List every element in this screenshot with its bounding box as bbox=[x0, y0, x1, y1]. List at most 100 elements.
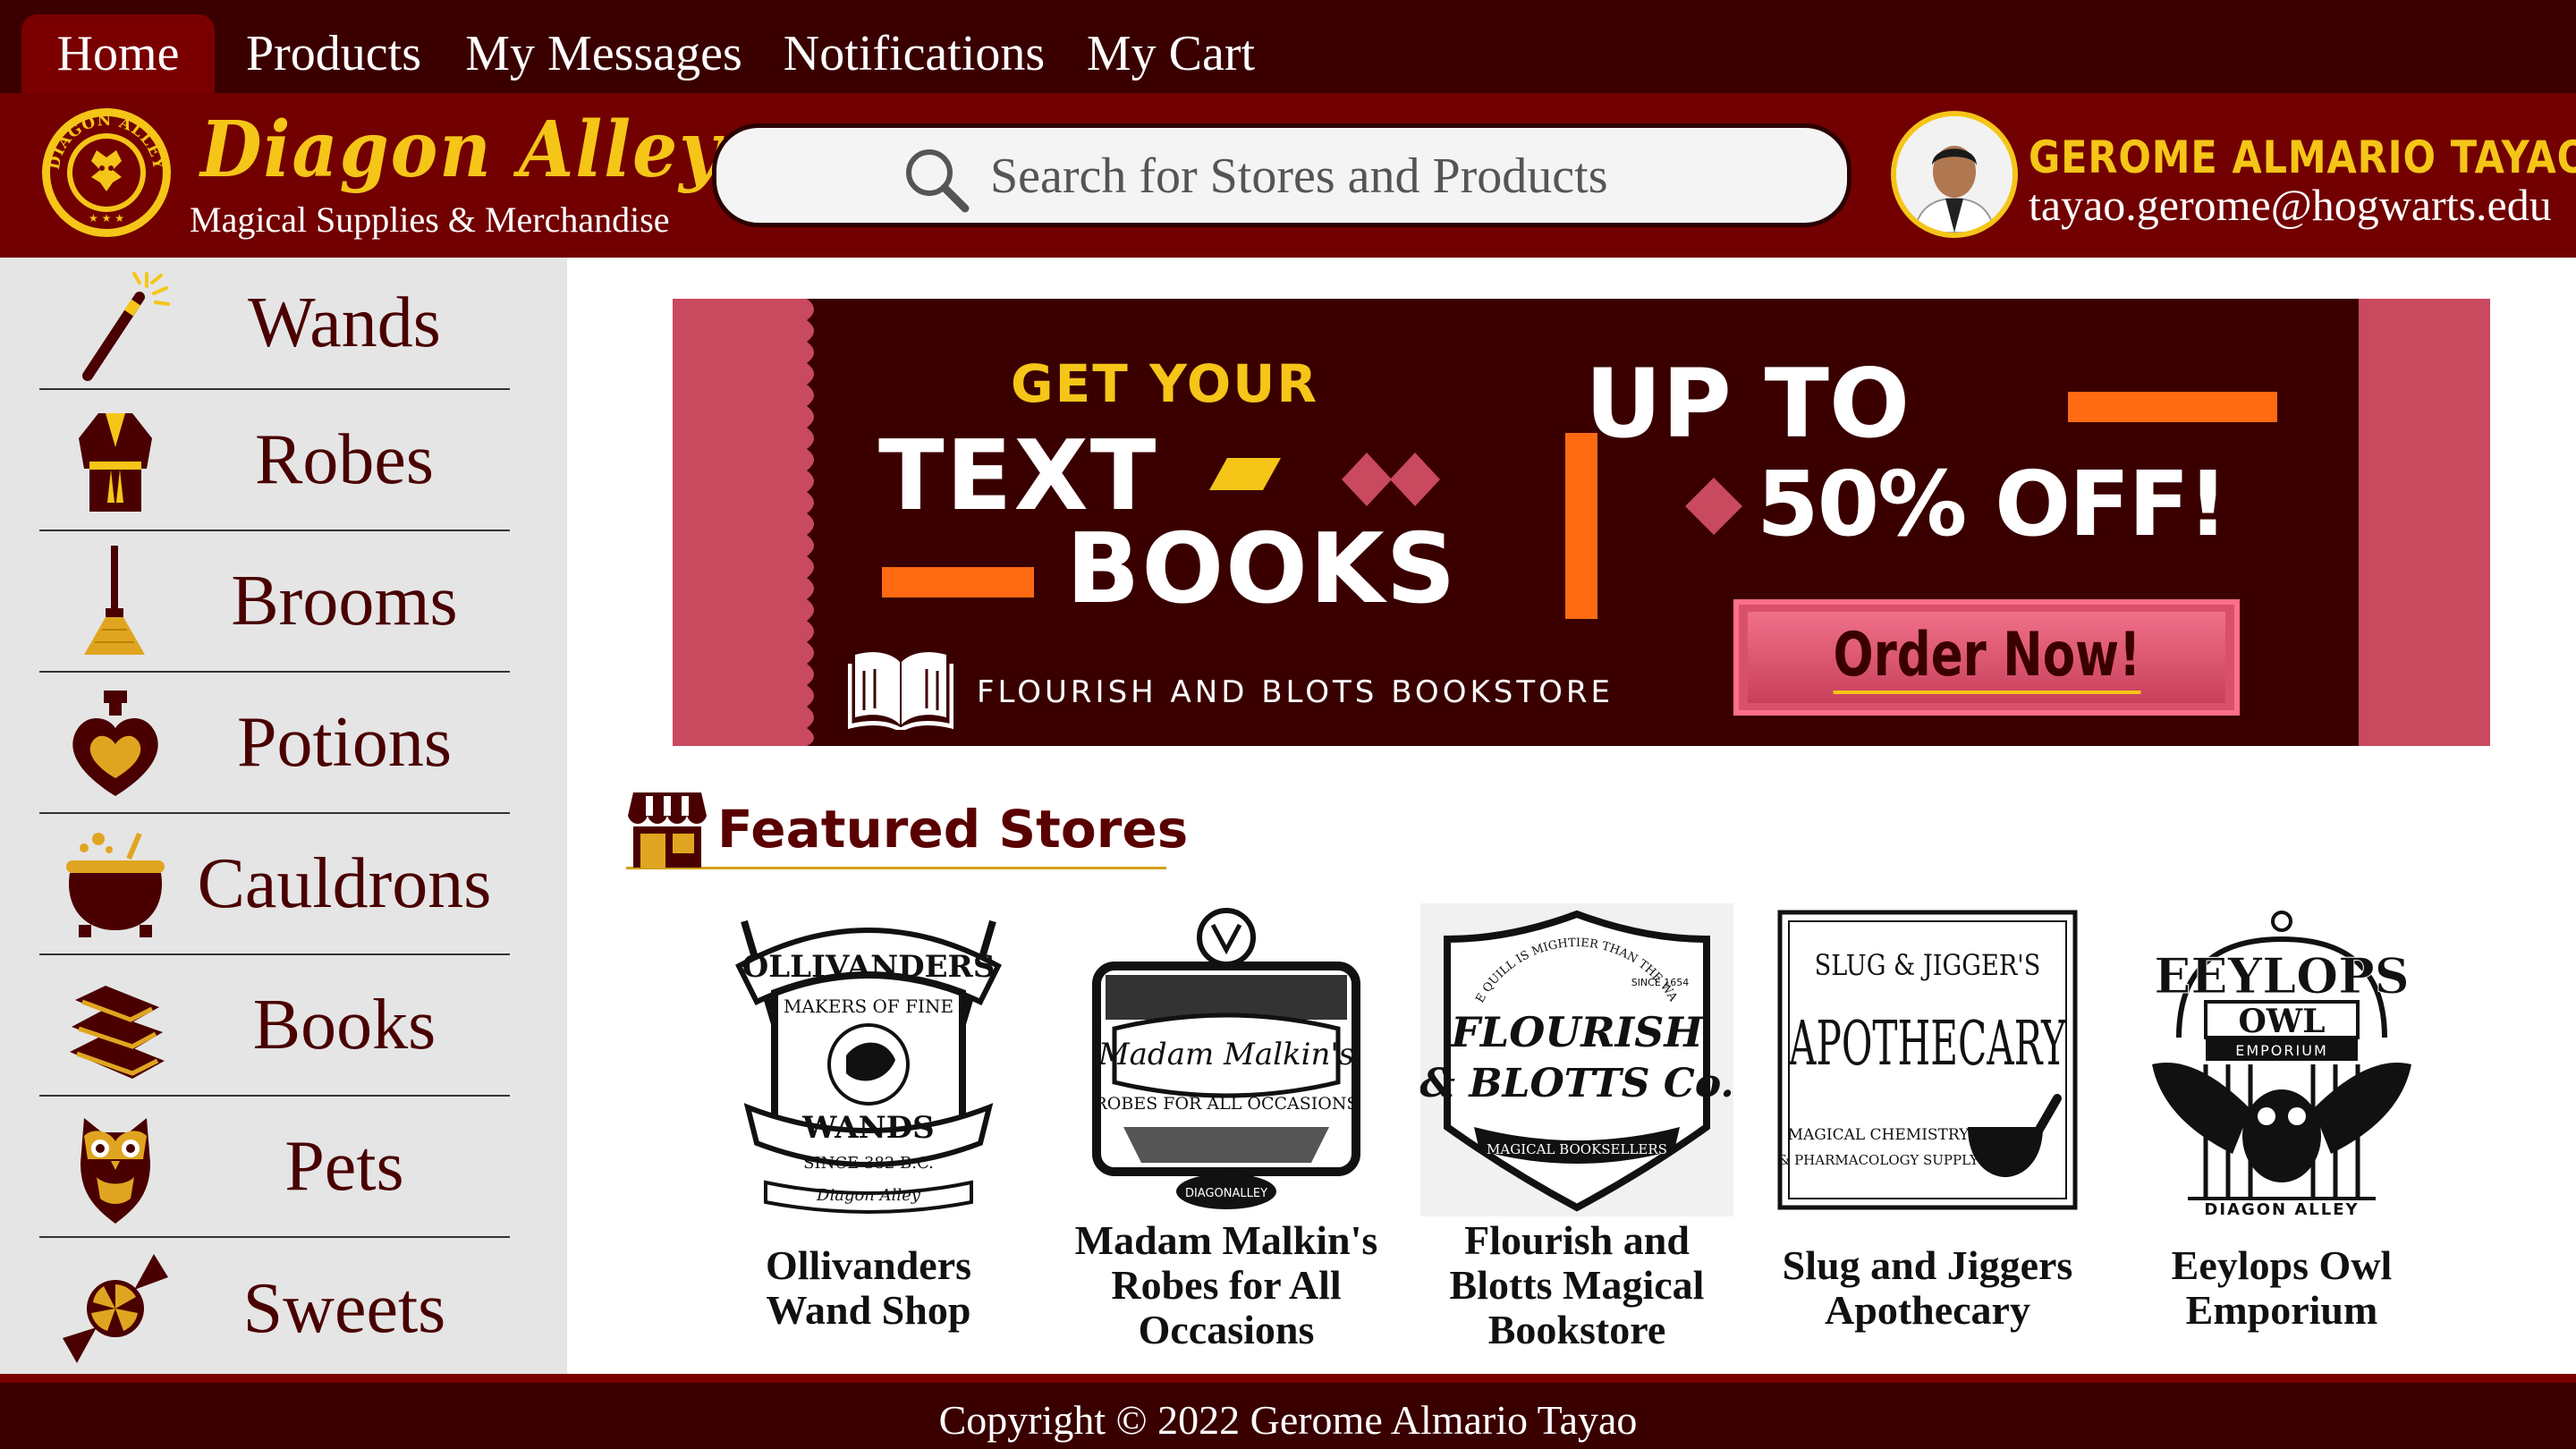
store-card-eeylops[interactable]: EEYLOPS OWL EMPORIUM DIAGON ALLEY Eeylop… bbox=[2116, 903, 2447, 1368]
svg-text:EEYLOPS: EEYLOPS bbox=[2154, 947, 2409, 1004]
tab-my-cart[interactable]: My Cart bbox=[1079, 14, 1263, 93]
tab-products[interactable]: Products bbox=[234, 14, 433, 93]
wand-icon bbox=[82, 272, 170, 381]
search-input[interactable] bbox=[990, 144, 1795, 208]
sidebar-item-label: Brooms bbox=[231, 561, 458, 640]
books-icon bbox=[70, 986, 165, 1079]
store-name-line: Apothecary bbox=[1825, 1287, 2030, 1333]
owl-icon bbox=[80, 1118, 150, 1224]
promo-banner[interactable]: GET YOUR TEXT BOOKS FLOURISH AND BLOTS B… bbox=[673, 299, 2490, 746]
banner-orange-divider bbox=[1565, 433, 1597, 619]
sidebar-item-label: Cauldrons bbox=[197, 843, 492, 923]
madam-malkins-logo: Madam Malkin's ROBES FOR ALL OCCASIONS D… bbox=[1070, 903, 1383, 1216]
sidebar-item-books[interactable]: Books bbox=[39, 955, 510, 1097]
sidebar-item-wands[interactable]: Wands bbox=[39, 258, 510, 390]
store-name-line: Occasions bbox=[1138, 1307, 1315, 1352]
store-name-line: Madam Malkin's bbox=[1074, 1217, 1378, 1263]
svg-text:& BLOTTS Co.: & BLOTTS Co. bbox=[1420, 1061, 1733, 1106]
store-name-line: Wand Shop bbox=[766, 1287, 971, 1333]
store-name-line: Flourish and bbox=[1464, 1217, 1690, 1263]
sidebar-item-brooms[interactable]: Brooms bbox=[39, 531, 510, 673]
svg-text:★ ★ ★: ★ ★ ★ bbox=[89, 212, 124, 225]
storefront-icon bbox=[628, 792, 707, 868]
broom-icon bbox=[84, 546, 145, 655]
user-email: tayao.gerome@hogwarts.edu bbox=[2029, 180, 2552, 230]
copyright-text: Copyright © 2022 Gerome Almario Tayao bbox=[938, 1397, 1638, 1443]
sidebar-item-label: Pets bbox=[284, 1126, 404, 1206]
sidebar-item-label: Potions bbox=[236, 702, 453, 782]
banner-diamond-small bbox=[1685, 478, 1742, 535]
featured-stores-heading: Featured Stores bbox=[626, 787, 1188, 869]
banner-yellow-parallelogram bbox=[1209, 458, 1281, 490]
store-name-line: Slug and Jiggers bbox=[1782, 1242, 2073, 1288]
svg-text:EMPORIUM: EMPORIUM bbox=[2235, 1042, 2328, 1059]
potion-icon bbox=[72, 691, 158, 796]
order-now-label: Order Now! bbox=[1833, 621, 2140, 694]
order-now-button[interactable]: Order Now! bbox=[1733, 599, 2240, 716]
featured-stores-title: Featured Stores bbox=[717, 799, 1189, 860]
tab-home[interactable]: Home bbox=[21, 14, 215, 93]
sidebar-item-pets[interactable]: Pets bbox=[39, 1097, 510, 1238]
store-name-line: Ollivanders bbox=[765, 1242, 972, 1288]
store-card-flourish-and-blotts[interactable]: THE QUILL IS MIGHTIER THAN THE WAND SINC… bbox=[1411, 903, 1742, 1368]
store-card-madam-malkins[interactable]: Madam Malkin's ROBES FOR ALL OCCASIONS D… bbox=[1061, 903, 1392, 1368]
search-icon[interactable] bbox=[902, 146, 970, 214]
svg-text:MAGICAL CHEMISTRY: MAGICAL CHEMISTRY bbox=[1788, 1126, 1970, 1144]
brand-title: Diagon Alley bbox=[200, 105, 722, 195]
sidebar-item-robes[interactable]: Robes bbox=[39, 390, 510, 531]
store-card-slug-and-jiggers[interactable]: SLUG & JIGGER'S APOTHECARY MAGICAL CHEMI… bbox=[1762, 903, 2093, 1368]
svg-text:Madam Malkin's: Madam Malkin's bbox=[1097, 1037, 1354, 1072]
svg-text:MAKERS OF FINE: MAKERS OF FINE bbox=[784, 996, 953, 1017]
svg-text:& PHARMACOLOGY SUPPLY: & PHARMACOLOGY SUPPLY bbox=[1778, 1152, 1979, 1168]
banner-get-your: GET YOUR bbox=[1011, 353, 1318, 414]
banner-diamonds bbox=[1342, 453, 1440, 506]
svg-text:ROBES FOR ALL OCCASIONS: ROBES FOR ALL OCCASIONS bbox=[1095, 1094, 1359, 1114]
banner-up-to: UP TO bbox=[1585, 349, 1911, 459]
slug-and-jiggers-logo: SLUG & JIGGER'S APOTHECARY MAGICAL CHEMI… bbox=[1777, 910, 2078, 1210]
svg-text:WANDS: WANDS bbox=[801, 1110, 935, 1146]
diagon-alley-seal-logo[interactable]: DIAGON ALLEY ★ ★ ★ bbox=[39, 106, 174, 240]
cauldron-icon bbox=[66, 832, 165, 937]
avatar[interactable] bbox=[1891, 111, 2018, 238]
store-name-line: Robes for All bbox=[1111, 1262, 1342, 1308]
eeylops-owl-emporium-logo: EEYLOPS OWL EMPORIUM DIAGON ALLEY bbox=[2125, 903, 2438, 1216]
top-nav: Home Products My Messages Notifications … bbox=[0, 0, 2576, 93]
brand-subtitle: Magical Supplies & Merchandise bbox=[190, 199, 670, 240]
order-now-face: Order Now! bbox=[1748, 612, 2225, 703]
flourish-and-blotts-logo: THE QUILL IS MIGHTIER THAN THE WAND SINC… bbox=[1420, 903, 1733, 1216]
banner-discount: 50% OFF! bbox=[1757, 452, 2228, 556]
tab-my-messages[interactable]: My Messages bbox=[456, 14, 751, 93]
svg-text:APOTHECARY: APOTHECARY bbox=[1788, 1008, 2066, 1079]
banner-scallop-left bbox=[792, 299, 814, 746]
user-name: GEROME ALMARIO TAYAO bbox=[2029, 131, 2576, 183]
tab-notifications[interactable]: Notifications bbox=[775, 14, 1054, 93]
svg-text:SINCE 382 B.C.: SINCE 382 B.C. bbox=[803, 1154, 934, 1173]
sidebar-item-sweets[interactable]: Sweets bbox=[39, 1238, 510, 1379]
candy-icon bbox=[63, 1254, 168, 1363]
sidebar-item-label: Books bbox=[252, 985, 436, 1064]
banner-orange-bar-right bbox=[2068, 392, 2277, 422]
svg-text:DIAGONALLEY: DIAGONALLEY bbox=[1185, 1187, 1267, 1200]
open-book-icon bbox=[848, 652, 953, 730]
svg-text:Diagon Alley: Diagon Alley bbox=[816, 1186, 921, 1205]
svg-text:SINCE 1654: SINCE 1654 bbox=[1631, 977, 1690, 988]
footer: Copyright © 2022 Gerome Almario Tayao bbox=[0, 1374, 2576, 1449]
svg-text:FLOURISH: FLOURISH bbox=[1449, 1008, 1704, 1056]
svg-text:MAGICAL BOOKSELLERS: MAGICAL BOOKSELLERS bbox=[1487, 1141, 1667, 1157]
sidebar-item-label: Robes bbox=[255, 419, 434, 499]
store-card-ollivanders[interactable]: OLLIVANDERS MAKERS OF FINE WANDS SINCE 3… bbox=[703, 903, 1034, 1368]
svg-text:OWL: OWL bbox=[2238, 1003, 2325, 1040]
robe-icon bbox=[79, 413, 152, 512]
search-bar[interactable] bbox=[712, 123, 1852, 227]
store-name-line: Blotts Magical bbox=[1449, 1262, 1705, 1308]
header: DIAGON ALLEY ★ ★ ★ Diagon Alley Magical … bbox=[0, 93, 2576, 258]
banner-orange-bar-left bbox=[882, 567, 1034, 597]
store-name-line: Emporium bbox=[2185, 1287, 2378, 1333]
banner-books: BOOKS bbox=[1066, 513, 1458, 625]
sidebar-item-potions[interactable]: Potions bbox=[39, 673, 510, 814]
sidebar-item-cauldrons[interactable]: Cauldrons bbox=[39, 814, 510, 955]
category-sidebar: Wands Robes Brooms Potions Cauldrons Boo… bbox=[0, 258, 567, 1374]
svg-text:DIAGON ALLEY: DIAGON ALLEY bbox=[2204, 1200, 2359, 1216]
store-name-line: Eeylops Owl bbox=[2171, 1242, 2393, 1288]
banner-scallop-right bbox=[2360, 299, 2381, 746]
